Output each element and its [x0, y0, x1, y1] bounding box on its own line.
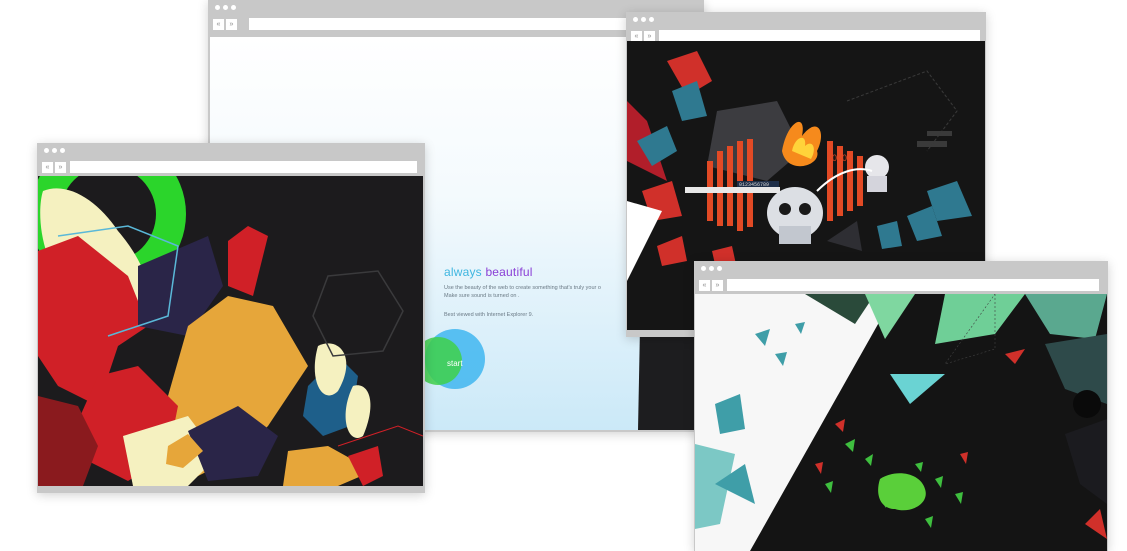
back-button[interactable]: « [699, 280, 710, 291]
window-dots [633, 17, 654, 22]
address-bar[interactable] [727, 279, 1099, 291]
stripe-text: 0000 [827, 153, 847, 163]
window-dots [44, 148, 65, 153]
art-canvas [695, 294, 1107, 551]
start-button[interactable]: start [447, 359, 463, 368]
window-dots [215, 5, 236, 10]
browser-window-bottom-right: « » [694, 261, 1108, 551]
art-canvas [38, 176, 423, 486]
forward-button[interactable]: » [55, 162, 66, 173]
back-button[interactable]: « [42, 162, 53, 173]
forward-button[interactable]: » [226, 19, 237, 30]
page-content [38, 176, 423, 486]
forward-button[interactable]: » [712, 280, 723, 291]
page-content [695, 294, 1107, 551]
browser-window-left: « » [37, 143, 425, 493]
digit-readout: 0123456789 [739, 182, 769, 188]
window-dots [701, 266, 722, 271]
address-bar[interactable] [70, 161, 417, 173]
back-button[interactable]: « [213, 19, 224, 30]
